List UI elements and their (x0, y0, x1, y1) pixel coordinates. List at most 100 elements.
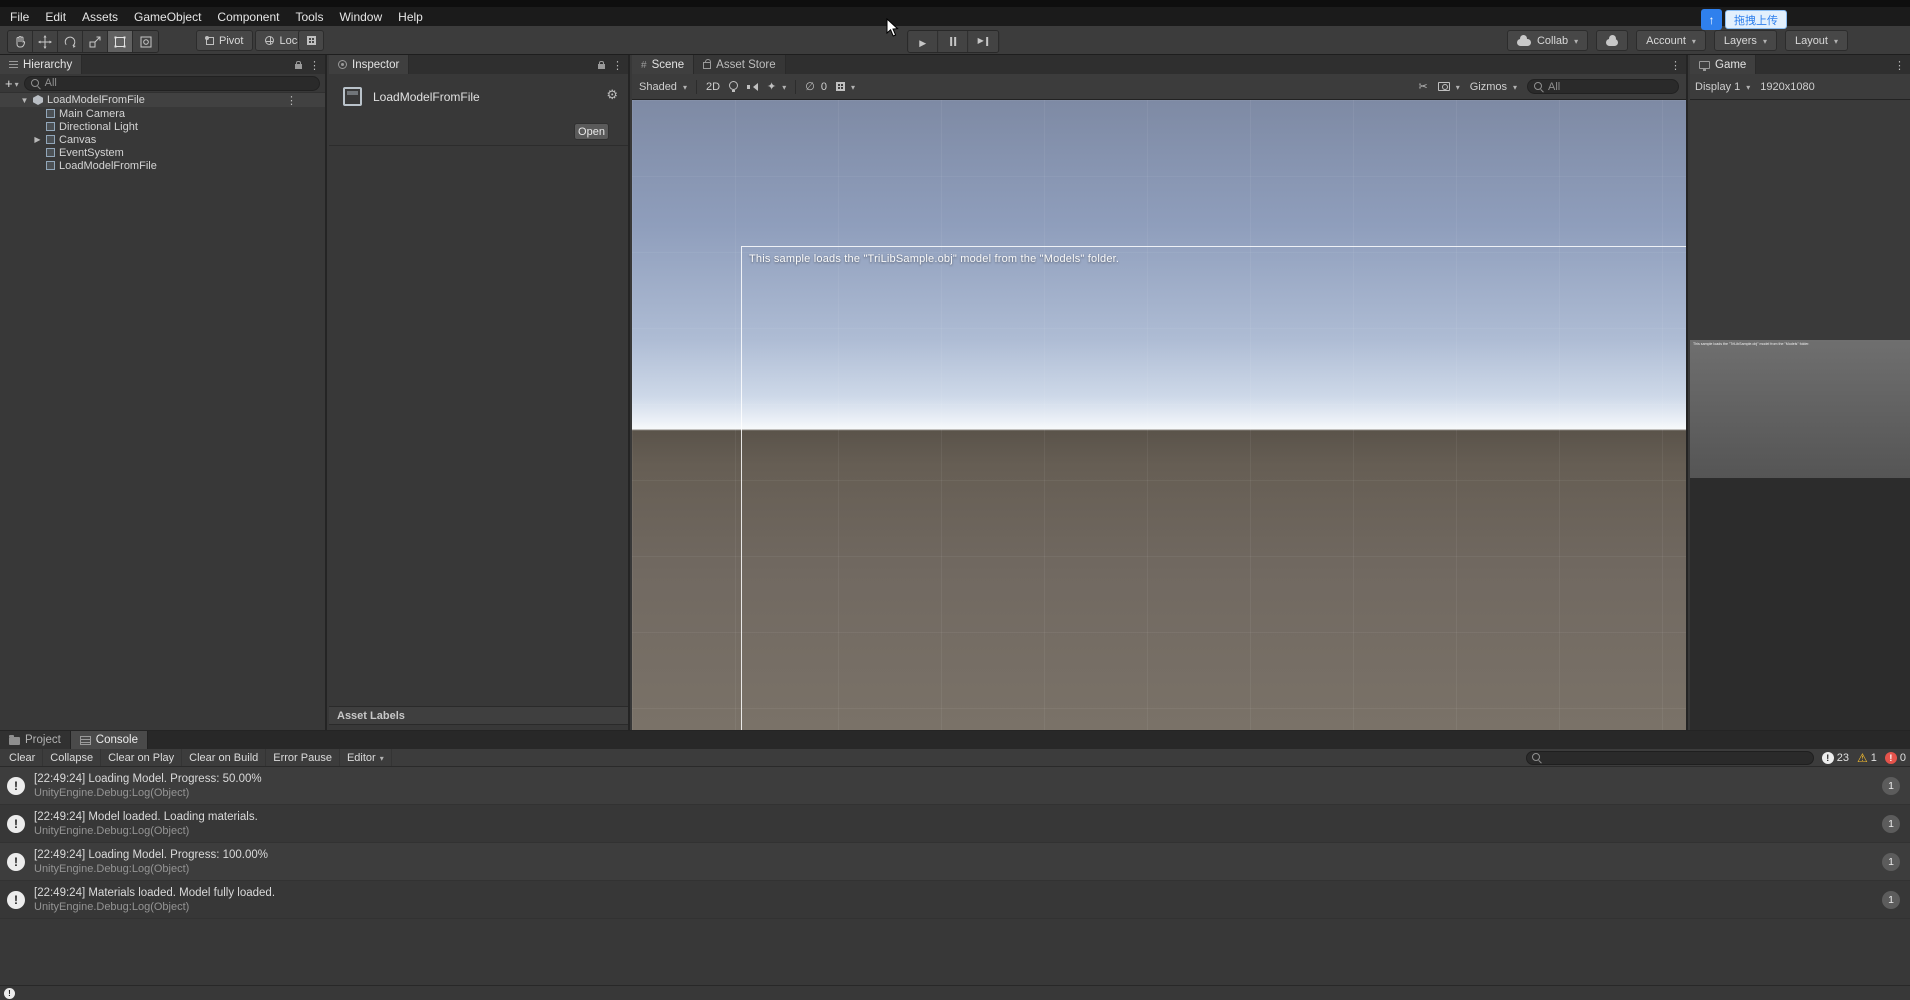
hand-tool-button[interactable] (8, 31, 33, 52)
scene-root-label: LoadModelFromFile (47, 94, 145, 106)
scale-tool-button[interactable] (83, 31, 108, 52)
hand-tool-icon (13, 35, 27, 49)
menu-gameobject[interactable]: GameObject (126, 9, 209, 25)
audio-toggle-icon[interactable] (747, 82, 758, 92)
scene-options-icon[interactable] (286, 94, 297, 107)
error-pause-button[interactable]: Error Pause (266, 749, 340, 766)
rotate-tool-button[interactable] (58, 31, 83, 52)
tab-asset-store[interactable]: Asset Store (694, 55, 785, 74)
grid-visibility-dropdown[interactable] (836, 81, 855, 93)
menu-edit[interactable]: Edit (37, 9, 74, 25)
hierarchy-item-loadmodelfromfile[interactable]: LoadModelFromFile (0, 159, 325, 172)
collab-dropdown[interactable]: Collab (1507, 30, 1588, 51)
tab-hierarchy[interactable]: Hierarchy (0, 55, 82, 74)
layers-dropdown[interactable]: Layers (1714, 30, 1777, 51)
warnings-filter-toggle[interactable]: 1 (1857, 751, 1877, 765)
gizmos-dropdown[interactable]: Gizmos (1470, 81, 1517, 93)
tab-inspector[interactable]: Inspector (329, 55, 409, 74)
asset-store-tab-label: Asset Store (716, 59, 775, 71)
scene-viewport[interactable]: This sample loads the "TriLibSample.obj"… (632, 100, 1686, 730)
hierarchy-item-directional-light[interactable]: Directional Light (0, 120, 325, 133)
menu-component[interactable]: Component (209, 9, 287, 25)
upload-button[interactable]: 拖拽上传 (1725, 10, 1787, 29)
messages-filter-toggle[interactable]: 23 (1822, 752, 1849, 764)
menu-file[interactable]: File (2, 9, 37, 25)
collapse-button[interactable]: Collapse (43, 749, 101, 766)
cloud-services-button[interactable] (1596, 30, 1628, 51)
lock-icon[interactable] (598, 64, 605, 69)
hidden-objects-button[interactable]: 0 (805, 80, 827, 93)
toggle-2d-button[interactable]: 2D (706, 81, 720, 93)
camera-settings-dropdown[interactable] (1438, 81, 1460, 93)
menu-help[interactable]: Help (390, 9, 431, 25)
log-message-icon (7, 815, 25, 833)
display-dropdown[interactable]: Display 1 (1695, 81, 1750, 93)
chevron-down-icon (1574, 35, 1578, 47)
rect-tool-button[interactable] (108, 31, 133, 52)
console-log-entry[interactable]: [22:49:24] Loading Model. Progress: 50.0… (0, 767, 1910, 805)
console-log-entry[interactable]: [22:49:24] Model loaded. Loading materia… (0, 805, 1910, 843)
panel-menu-icon[interactable] (1670, 58, 1681, 72)
collapse-count-badge: 1 (1882, 777, 1900, 795)
hierarchy-item-eventsystem[interactable]: EventSystem (0, 146, 325, 159)
game-render-area[interactable]: This sample loads the "TriLibSample.obj"… (1690, 340, 1910, 478)
panel-menu-icon[interactable] (309, 58, 320, 72)
asset-labels-header[interactable]: Asset Labels (329, 706, 628, 725)
layout-dropdown[interactable]: Layout (1785, 30, 1848, 51)
panel-menu-icon[interactable] (612, 58, 623, 72)
upload-overlay: ↑ 拖拽上传 (1701, 9, 1787, 30)
tab-project[interactable]: Project (0, 731, 71, 749)
foldout-open-icon[interactable]: ▼ (20, 96, 29, 105)
tab-game[interactable]: Game (1690, 55, 1756, 74)
console-log-entry[interactable]: [22:49:24] Materials loaded. Model fully… (0, 881, 1910, 919)
tool-settings-icon[interactable] (1418, 80, 1427, 93)
step-button[interactable] (968, 31, 998, 52)
play-button[interactable] (908, 31, 938, 52)
foldout-closed-icon[interactable]: ▶ (33, 135, 42, 144)
scene-search-input[interactable]: All (1527, 79, 1679, 94)
console-toolbar-right: 23 1 0 (1526, 751, 1906, 765)
log-line-2: UnityEngine.Debug:Log(Object) (34, 825, 258, 837)
upload-icon[interactable]: ↑ (1701, 9, 1722, 30)
separator (795, 80, 796, 94)
console-log-entry[interactable]: [22:49:24] Loading Model. Progress: 100.… (0, 843, 1910, 881)
hierarchy-item-canvas[interactable]: ▶ Canvas (0, 133, 325, 146)
inspector-tab-label: Inspector (352, 59, 399, 71)
effects-dropdown[interactable] (767, 80, 786, 93)
lighting-toggle-icon[interactable] (729, 81, 738, 92)
menu-tools[interactable]: Tools (287, 9, 331, 25)
lock-icon[interactable] (295, 64, 302, 69)
log-line-2: UnityEngine.Debug:Log(Object) (34, 787, 262, 799)
menu-assets[interactable]: Assets (74, 9, 126, 25)
panel-menu-icon[interactable] (1894, 58, 1905, 72)
errors-filter-toggle[interactable]: 0 (1885, 752, 1906, 764)
editor-dropdown[interactable]: Editor (340, 749, 392, 766)
gear-icon[interactable] (606, 87, 618, 103)
menu-window[interactable]: Window (331, 9, 390, 25)
hierarchy-search-filter: All (45, 77, 57, 89)
hierarchy-scene-root[interactable]: ▼ LoadModelFromFile (0, 93, 325, 107)
status-log-icon[interactable] (4, 988, 15, 999)
chevron-down-icon (1763, 35, 1767, 47)
clear-on-play-button[interactable]: Clear on Play (101, 749, 182, 766)
pause-button[interactable] (938, 31, 968, 52)
tab-scene[interactable]: Scene (632, 55, 694, 74)
play-icon (919, 35, 926, 49)
shading-mode-dropdown[interactable]: Shaded (639, 81, 687, 93)
hierarchy-search-input[interactable]: All (24, 76, 320, 91)
console-search-input[interactable] (1526, 751, 1814, 765)
clear-on-build-button[interactable]: Clear on Build (182, 749, 266, 766)
pivot-toggle-button[interactable]: Pivot (196, 30, 253, 51)
clear-button[interactable]: Clear (2, 749, 43, 766)
tab-console[interactable]: Console (71, 731, 148, 749)
grid-snap-button[interactable] (298, 30, 324, 51)
transform-tool-button[interactable] (133, 31, 158, 52)
message-count: 23 (1837, 752, 1849, 764)
hierarchy-item-main-camera[interactable]: Main Camera (0, 107, 325, 120)
open-button[interactable]: Open (574, 123, 609, 140)
account-dropdown[interactable]: Account (1636, 30, 1706, 51)
create-object-button[interactable] (5, 76, 19, 91)
move-tool-button[interactable] (33, 31, 58, 52)
separator (696, 80, 697, 94)
resolution-dropdown[interactable]: 1920x1080 (1760, 81, 1814, 93)
